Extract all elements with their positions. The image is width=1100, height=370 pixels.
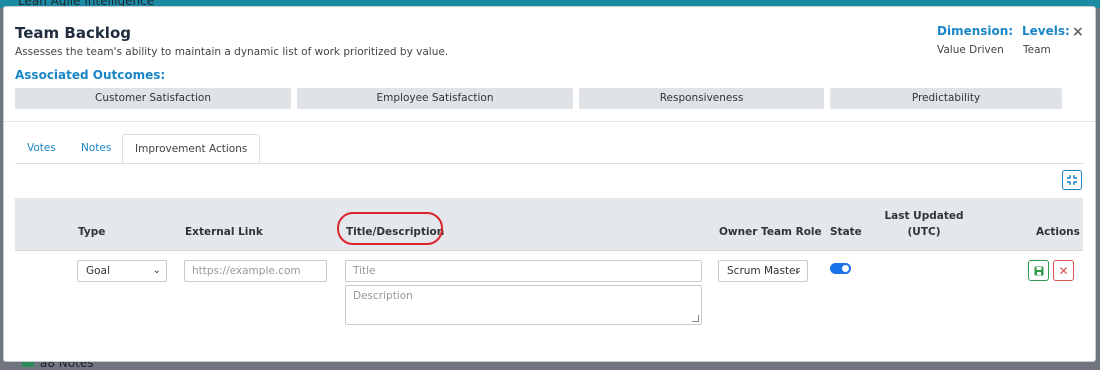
- column-state: State: [830, 226, 862, 238]
- column-last-updated-utc: (UTC): [907, 226, 941, 238]
- save-button[interactable]: [1028, 260, 1049, 281]
- toggle-knob: [842, 265, 849, 272]
- levels-value: Team: [1023, 44, 1051, 56]
- levels-label: Levels:: [1022, 24, 1070, 38]
- close-x-icon: ✕: [1058, 263, 1069, 278]
- resize-handle-icon[interactable]: [692, 315, 699, 322]
- outcome-responsiveness: Responsiveness: [579, 88, 824, 109]
- title-placeholder: Title: [353, 265, 376, 277]
- modal-subtitle: Assesses the team's ability to maintain …: [15, 46, 449, 58]
- table-header: [15, 198, 1083, 250]
- column-owner-team-role: Owner Team Role: [719, 226, 822, 238]
- compress-icon[interactable]: [1062, 170, 1082, 190]
- dimension-value: Value Driven: [937, 44, 1004, 56]
- type-select[interactable]: Goal ⌄: [77, 260, 167, 282]
- dimension-label: Dimension:: [937, 24, 1014, 38]
- column-external-link: External Link: [185, 226, 263, 238]
- title-description-highlight: [337, 212, 443, 245]
- state-toggle[interactable]: [830, 263, 851, 274]
- header-divider: [4, 121, 1095, 122]
- tabs-underline: [15, 163, 1083, 164]
- title-input[interactable]: Title: [345, 260, 702, 282]
- outcome-employee-satisfaction: Employee Satisfaction: [297, 88, 573, 109]
- tab-improvement-actions[interactable]: Improvement Actions: [122, 134, 261, 164]
- associated-outcomes-heading: Associated Outcomes:: [15, 68, 166, 82]
- tab-notes[interactable]: Notes: [69, 134, 123, 163]
- owner-team-role-select[interactable]: Scrum Master ⌄: [718, 260, 808, 282]
- tab-votes[interactable]: Votes: [15, 134, 68, 163]
- column-type: Type: [78, 226, 106, 238]
- external-link-input[interactable]: https://example.com: [184, 260, 327, 282]
- chevron-down-icon: ⌄: [152, 265, 161, 276]
- description-textarea[interactable]: Description: [345, 285, 702, 325]
- external-link-placeholder: https://example.com: [192, 265, 301, 277]
- description-placeholder: Description: [353, 290, 413, 302]
- chevron-down-icon: ⌄: [793, 265, 802, 276]
- floppy-disk-icon: [1034, 266, 1043, 275]
- close-icon[interactable]: ×: [1072, 25, 1084, 39]
- column-last-updated: Last Updated: [884, 210, 964, 222]
- owner-team-role-value: Scrum Master: [727, 265, 800, 277]
- outcome-predictability: Predictability: [830, 88, 1062, 109]
- outcome-customer-satisfaction: Customer Satisfaction: [15, 88, 291, 109]
- cancel-button[interactable]: ✕: [1053, 260, 1074, 281]
- type-select-value: Goal: [86, 265, 110, 277]
- header-row-divider: [15, 250, 1083, 251]
- modal-title: Team Backlog: [15, 24, 131, 42]
- column-actions: Actions: [1036, 226, 1080, 238]
- team-backlog-modal: Team Backlog Assesses the team's ability…: [3, 6, 1096, 362]
